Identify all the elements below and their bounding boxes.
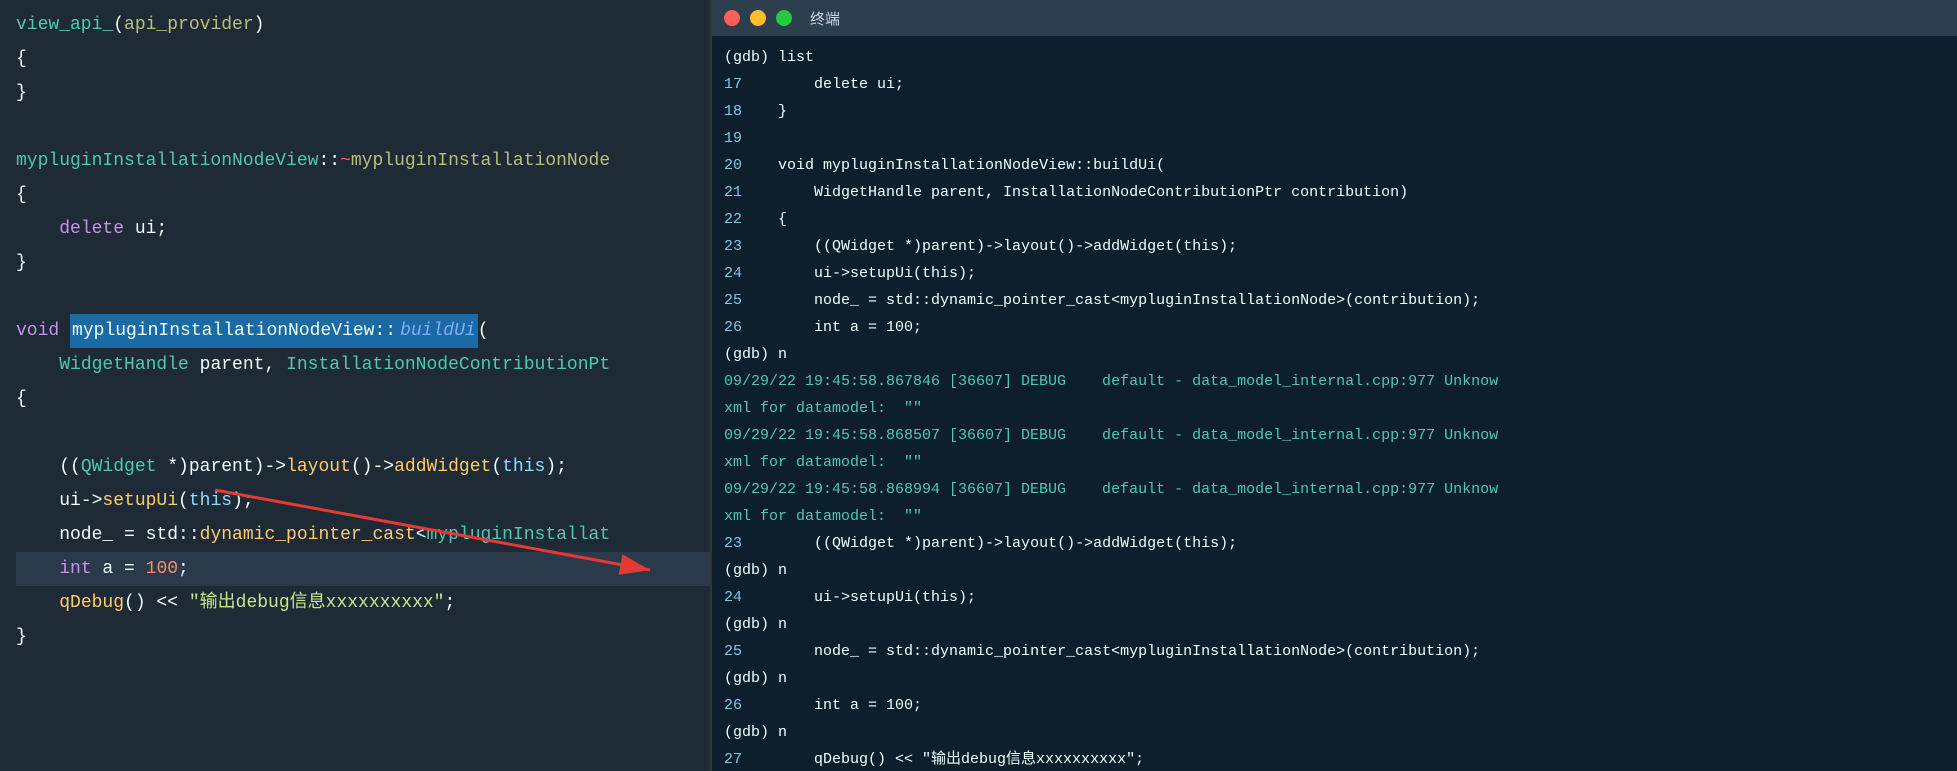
- terminal-line: (gdb) list: [724, 44, 1945, 71]
- terminal-line: 27 qDebug() << "输出debug信息xxxxxxxxxx";: [724, 746, 1945, 771]
- close-button[interactable]: [724, 10, 740, 26]
- terminal-line: 20 void mypluginInstallationNodeView::bu…: [724, 152, 1945, 179]
- code-content: view_api_(api_provider) { } mypluginInst…: [0, 0, 710, 662]
- code-line: ((QWidget *)parent)->layout()->addWidget…: [16, 450, 710, 484]
- terminal-line: 26 int a = 100;: [724, 314, 1945, 341]
- code-line: {: [16, 178, 710, 212]
- terminal-line: (gdb) n: [724, 611, 1945, 638]
- code-line: mypluginInstallationNodeView::~mypluginI…: [16, 144, 710, 178]
- code-line: [16, 416, 710, 450]
- terminal-debug-line: 09/29/22 19:45:58.867846 [36607] DEBUG d…: [724, 368, 1945, 395]
- terminal-debug-line: xml for datamodel: "": [724, 395, 1945, 422]
- terminal-debug-line: xml for datamodel: "": [724, 449, 1945, 476]
- terminal-line: 23 ((QWidget *)parent)->layout()->addWid…: [724, 233, 1945, 260]
- terminal-line: 24 ui->setupUi(this);: [724, 260, 1945, 287]
- terminal-titlebar: 终端: [712, 0, 1957, 36]
- terminal-line: (gdb) n: [724, 341, 1945, 368]
- code-token: view_api_: [16, 8, 113, 42]
- code-line: ui->setupUi(this);: [16, 484, 710, 518]
- code-line: node_ = std::dynamic_pointer_cast<myplug…: [16, 518, 710, 552]
- code-line: }: [16, 246, 710, 280]
- terminal-debug-line: xml for datamodel: "": [724, 503, 1945, 530]
- terminal-line: 17 delete ui;: [724, 71, 1945, 98]
- terminal-window: 终端 (gdb) list 17 delete ui; 18 } 19 20 v…: [710, 0, 1957, 771]
- terminal-line: 22 {: [724, 206, 1945, 233]
- terminal-debug-line: 09/29/22 19:45:58.868994 [36607] DEBUG d…: [724, 476, 1945, 503]
- code-line: [16, 110, 710, 144]
- maximize-button[interactable]: [776, 10, 792, 26]
- terminal-body[interactable]: (gdb) list 17 delete ui; 18 } 19 20 void…: [712, 36, 1957, 771]
- code-line: {: [16, 382, 710, 416]
- minimize-button[interactable]: [750, 10, 766, 26]
- terminal-debug-line: 09/29/22 19:45:58.868507 [36607] DEBUG d…: [724, 422, 1945, 449]
- terminal-line: 25 node_ = std::dynamic_pointer_cast<myp…: [724, 287, 1945, 314]
- code-line: [16, 280, 710, 314]
- code-line: qDebug() << "输出debug信息xxxxxxxxxx";: [16, 586, 710, 620]
- code-line: void mypluginInstallationNodeView::build…: [16, 314, 710, 348]
- terminal-line: 19: [724, 125, 1945, 152]
- code-line: view_api_(api_provider): [16, 8, 710, 42]
- terminal-line: 18 }: [724, 98, 1945, 125]
- code-line: }: [16, 620, 710, 654]
- terminal-line: 23 ((QWidget *)parent)->layout()->addWid…: [724, 530, 1945, 557]
- code-line: {: [16, 42, 710, 76]
- code-editor: view_api_(api_provider) { } mypluginInst…: [0, 0, 710, 771]
- terminal-line: 26 int a = 100;: [724, 692, 1945, 719]
- code-line: WidgetHandle parent, InstallationNodeCon…: [16, 348, 710, 382]
- code-line: delete ui;: [16, 212, 710, 246]
- highlighted-code-line: int a = 100;: [16, 552, 710, 586]
- terminal-title: 终端: [810, 8, 840, 29]
- terminal-line: (gdb) n: [724, 665, 1945, 692]
- terminal-line: 24 ui->setupUi(this);: [724, 584, 1945, 611]
- code-line: }: [16, 76, 710, 110]
- terminal-line: 25 node_ = std::dynamic_pointer_cast<myp…: [724, 638, 1945, 665]
- terminal-line: 21 WidgetHandle parent, InstallationNode…: [724, 179, 1945, 206]
- terminal-line: (gdb) n: [724, 719, 1945, 746]
- terminal-line: (gdb) n: [724, 557, 1945, 584]
